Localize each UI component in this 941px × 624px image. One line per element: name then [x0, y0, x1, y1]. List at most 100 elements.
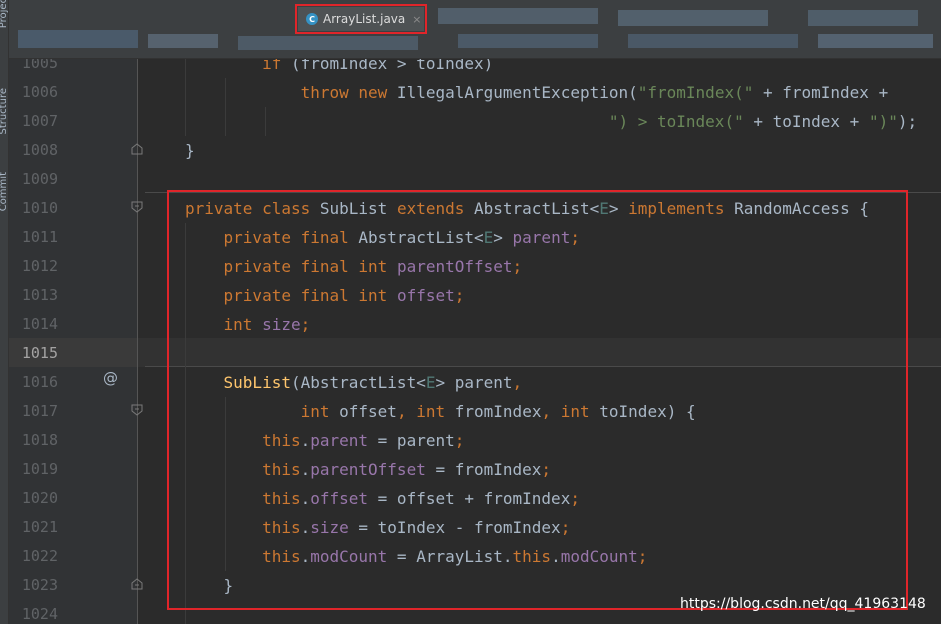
code-token: parent — [310, 431, 369, 450]
code-token: = ArrayList. — [387, 547, 513, 566]
line-number: 1012 — [21, 257, 58, 275]
commit-tool-button[interactable]: Commit — [0, 172, 8, 211]
code-token: } — [185, 141, 195, 160]
code-token: E — [483, 228, 494, 247]
code-token: > — [608, 199, 629, 218]
code-token: ; — [570, 489, 580, 508]
fold-end-icon[interactable] — [131, 143, 143, 155]
code-token: int — [560, 402, 590, 421]
code-token: private final int — [223, 257, 388, 276]
code-line: private final int parentOffset; — [185, 252, 917, 281]
code-token: extends — [396, 199, 465, 218]
line-number: 1015 — [21, 344, 58, 362]
tab-arraylist-java[interactable]: C ArrayList.java × — [295, 4, 427, 34]
code-token: IllegalArgumentException( — [387, 83, 638, 102]
code-token: this — [262, 547, 301, 566]
pixelated-tab — [628, 34, 798, 48]
code-line: this.offset = offset + fromIndex; — [185, 484, 917, 513]
code-token: this — [262, 431, 301, 450]
code-token: . — [300, 518, 311, 537]
code-line: private final AbstractList<E> parent; — [185, 223, 917, 252]
code-line: if (fromIndex > toIndex) — [185, 58, 917, 78]
code-token: this — [262, 489, 301, 508]
code-token: . — [300, 431, 311, 450]
line-number: 1020 — [21, 489, 58, 507]
line-number: 1005 — [21, 58, 58, 72]
line-number: 1013 — [21, 286, 58, 304]
code-token: private final — [223, 228, 349, 247]
close-icon[interactable]: × — [412, 13, 421, 26]
code-token: parent — [512, 228, 571, 247]
code-token: this — [262, 518, 301, 537]
code-token: } — [185, 576, 234, 595]
code-token: ; — [541, 460, 552, 479]
code-token: SubList — [310, 199, 397, 218]
code-token: = parent — [368, 431, 455, 450]
line-number: 1016 — [21, 373, 58, 391]
code-token: . — [300, 489, 311, 508]
pixelated-tab — [438, 8, 598, 24]
code-editor[interactable]: 1005 1006 1007 1008 1009 1010 1011 1012 1013 1014… — [8, 58, 941, 624]
editor-tab-bar: C ArrayList.java × — [8, 0, 941, 59]
code-token: "fromIndex(" — [637, 83, 754, 102]
code-token: offset — [396, 286, 455, 305]
fold-end-icon[interactable] — [131, 578, 143, 590]
line-number: 1006 — [21, 83, 58, 101]
code-token: = offset + fromIndex — [368, 489, 571, 508]
code-token: this — [512, 547, 552, 566]
code-token: this — [262, 460, 301, 479]
pixelated-tab — [808, 10, 918, 26]
code-token: ; — [454, 431, 465, 450]
code-line: this.size = toIndex - fromIndex; — [185, 513, 917, 542]
code-token: > — [493, 228, 513, 247]
code-token: ; — [637, 547, 648, 566]
code-line: this.parent = parent; — [185, 426, 917, 455]
code-token: ; — [300, 315, 311, 334]
line-number: 1007 — [21, 112, 58, 130]
code-token: + fromIndex + — [753, 83, 889, 102]
code-token: SubList — [223, 373, 291, 392]
code-token: ") > toIndex(" — [608, 112, 744, 131]
code-line: } — [185, 136, 917, 165]
code-token: (fromIndex > toIndex) — [281, 58, 494, 73]
code-token: = toIndex - fromIndex — [348, 518, 561, 537]
watermark: https://blog.csdn.net/qq_41963148 — [680, 596, 926, 612]
code-token: ; — [570, 228, 580, 247]
code-line: this.parentOffset = fromIndex; — [185, 455, 917, 484]
line-number: 1022 — [21, 547, 58, 565]
line-number: 1023 — [21, 576, 58, 594]
fold-start-icon[interactable] — [131, 404, 143, 416]
code-token: int — [416, 402, 446, 421]
code-token: , — [396, 402, 407, 421]
code-line: ") > toIndex(" + toIndex + ")"); — [185, 107, 917, 136]
code-line: throw new IllegalArgumentException("from… — [185, 78, 917, 107]
fold-start-icon[interactable] — [131, 201, 143, 213]
line-numbers: 1005 1006 1007 1008 1009 1010 1011 1012 1013 1014… — [8, 58, 58, 624]
code-token: modCount — [310, 547, 388, 566]
class-icon: C — [306, 13, 318, 25]
tab-label: ArrayList.java — [323, 12, 406, 26]
code-line: private final int offset; — [185, 281, 917, 310]
code-token: . — [300, 547, 311, 566]
code-line: int offset, int fromIndex, int toIndex) … — [185, 397, 917, 426]
code-token: modCount — [560, 547, 638, 566]
tool-window-strip: Project Structure Commit — [0, 0, 9, 624]
code-line: this.modCount = ArrayList.this.modCount; — [185, 542, 917, 571]
line-number: 1019 — [21, 460, 58, 478]
code-token: . — [300, 460, 311, 479]
structure-tool-button[interactable]: Structure — [0, 88, 8, 135]
code-content[interactable]: if (fromIndex > toIndex) throw new Illeg… — [185, 58, 917, 624]
code-token: throw new — [300, 83, 388, 102]
project-tool-button[interactable]: Project — [0, 0, 8, 28]
override-marker-icon[interactable]: @ — [103, 369, 118, 387]
code-token: implements — [628, 199, 725, 218]
